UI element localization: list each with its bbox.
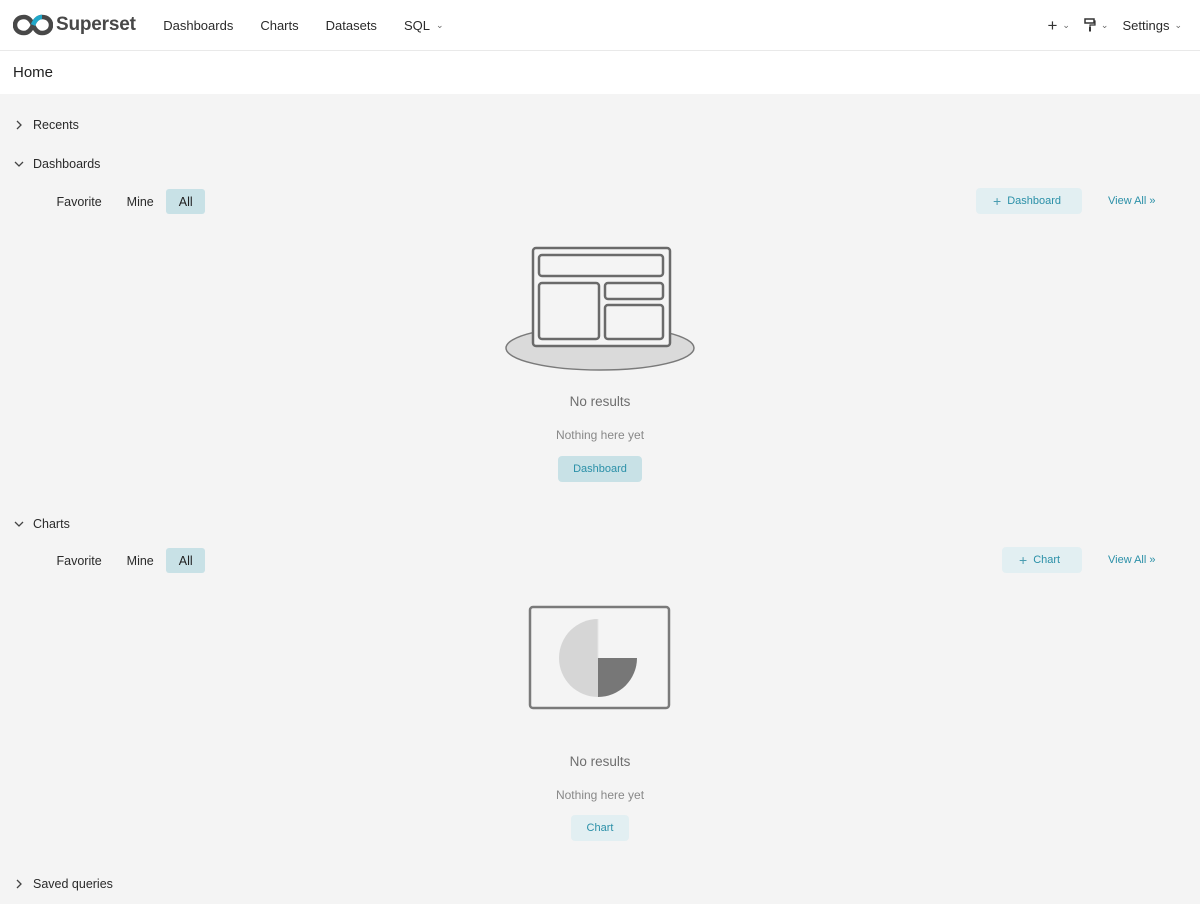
settings-menu[interactable]: Settings ⌄ xyxy=(1122,18,1182,33)
charts-empty-title: No results xyxy=(569,754,631,769)
add-dashboard-label: Dashboard xyxy=(1007,195,1062,207)
empty-dashboard-illustration-icon xyxy=(505,246,695,371)
chevron-down-icon xyxy=(14,521,24,527)
empty-chart-illustration-icon xyxy=(528,605,671,710)
dashboards-empty-title: No results xyxy=(569,394,631,409)
dashboards-tab-favorite[interactable]: Favorite xyxy=(44,189,114,214)
settings-label: Settings xyxy=(1122,17,1170,33)
nav-charts-label: Charts xyxy=(260,17,299,33)
nav-datasets-label: Datasets xyxy=(325,17,377,33)
add-chart-button[interactable]: + Chart xyxy=(1002,547,1082,573)
dashboards-view-all-link[interactable]: View All » xyxy=(1108,195,1156,207)
charts-tab-favorite[interactable]: Favorite xyxy=(44,548,114,573)
dashboards-tab-all[interactable]: All xyxy=(166,189,206,214)
chevron-down-icon xyxy=(14,161,24,167)
nav-datasets[interactable]: Datasets xyxy=(312,0,390,51)
charts-tab-all[interactable]: All xyxy=(166,548,206,573)
chevron-down-icon: ⌄ xyxy=(1062,19,1070,30)
saved-queries-section-toggle[interactable]: Saved queries xyxy=(13,877,113,891)
empty-create-chart-button[interactable]: Chart xyxy=(571,815,629,841)
recents-section-label: Recents xyxy=(33,118,79,132)
dashboards-section-toggle[interactable]: Dashboards xyxy=(13,157,100,171)
charts-tab-mine[interactable]: Mine xyxy=(114,548,166,573)
brand-name: Superset xyxy=(56,14,136,35)
brand-logo-link[interactable]: Superset xyxy=(13,0,136,51)
chevron-down-icon: ⌄ xyxy=(435,19,444,30)
charts-view-all-link[interactable]: View All » xyxy=(1108,554,1156,566)
plus-icon: + xyxy=(993,193,1002,209)
dashboards-tabs: Favorite Mine All xyxy=(44,189,206,214)
recents-section-toggle[interactable]: Recents xyxy=(13,118,79,132)
page-title: Home xyxy=(13,64,54,81)
charts-section-label: Charts xyxy=(33,517,70,531)
superset-logo-icon xyxy=(13,14,53,36)
empty-create-dashboard-button[interactable]: Dashboard xyxy=(558,456,642,482)
charts-tabs: Favorite Mine All xyxy=(44,548,206,573)
chevron-down-icon: ⌄ xyxy=(1174,19,1182,30)
charts-empty-description: Nothing here yet xyxy=(555,788,645,802)
chevron-right-icon xyxy=(16,120,22,130)
nav-dashboards-label: Dashboards xyxy=(163,17,234,33)
chevron-right-icon xyxy=(16,879,22,889)
nav-sql-label: SQL xyxy=(403,17,430,33)
saved-queries-section-label: Saved queries xyxy=(33,877,113,891)
dashboards-section-label: Dashboards xyxy=(33,157,101,171)
plus-icon: + xyxy=(1019,552,1028,568)
nav-dashboards[interactable]: Dashboards xyxy=(150,0,247,51)
nav-charts[interactable]: Charts xyxy=(247,0,312,51)
plus-icon: + xyxy=(1047,15,1058,35)
theme-menu[interactable]: ⌄ xyxy=(1084,18,1109,32)
dashboards-empty-description: Nothing here yet xyxy=(555,428,645,442)
charts-section-toggle[interactable]: Charts xyxy=(13,517,70,531)
add-chart-label: Chart xyxy=(1033,554,1061,566)
dashboards-tab-mine[interactable]: Mine xyxy=(114,189,166,214)
chevron-down-icon: ⌄ xyxy=(1100,19,1109,30)
top-navbar: Superset Dashboards Charts Datasets SQL ⌄… xyxy=(0,0,1200,51)
new-item-menu[interactable]: + ⌄ xyxy=(1047,17,1069,34)
paint-roller-icon xyxy=(1084,18,1096,32)
add-dashboard-button[interactable]: + Dashboard xyxy=(976,188,1082,214)
page-header: Home xyxy=(0,51,1200,94)
nav-sql-menu[interactable]: SQL ⌄ xyxy=(390,0,457,51)
